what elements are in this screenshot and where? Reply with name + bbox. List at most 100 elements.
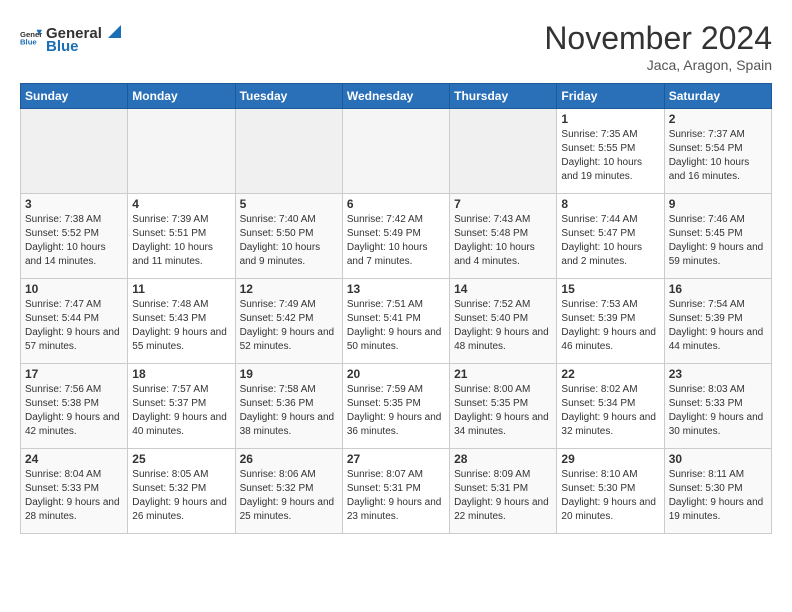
day-number: 30 xyxy=(669,452,767,466)
day-number: 5 xyxy=(240,197,338,211)
day-number: 19 xyxy=(240,367,338,381)
calendar-day-9: 9 Sunrise: 7:46 AM Sunset: 5:45 PM Daylig… xyxy=(664,194,771,279)
day-info: Sunrise: 7:35 AM Sunset: 5:55 PM Dayligh… xyxy=(561,128,659,184)
logo-icon: General Blue xyxy=(20,27,42,49)
day-number: 13 xyxy=(347,282,445,296)
day-number: 21 xyxy=(454,367,552,381)
calendar-week-1: 1 Sunrise: 7:35 AM Sunset: 5:55 PM Daylig… xyxy=(21,109,772,194)
day-number: 9 xyxy=(669,197,767,211)
calendar-header-sunday: Sunday xyxy=(21,84,128,109)
day-number: 8 xyxy=(561,197,659,211)
calendar-day-empty xyxy=(21,109,128,194)
calendar-day-23: 23Sunrise: 8:03 AM Sunset: 5:33 PM Dayli… xyxy=(664,364,771,449)
day-number: 26 xyxy=(240,452,338,466)
calendar-header-wednesday: Wednesday xyxy=(342,84,449,109)
day-info: Sunrise: 8:11 AM Sunset: 5:30 PM Dayligh… xyxy=(669,468,767,524)
calendar-day-11: 11Sunrise: 7:48 AM Sunset: 5:43 PM Dayli… xyxy=(128,279,235,364)
day-info: Sunrise: 8:02 AM Sunset: 5:34 PM Dayligh… xyxy=(561,383,659,439)
day-info: Sunrise: 7:44 AM Sunset: 5:47 PM Dayligh… xyxy=(561,213,659,269)
calendar-day-7: 7 Sunrise: 7:43 AM Sunset: 5:48 PM Daylig… xyxy=(450,194,557,279)
logo: General Blue General Blue xyxy=(20,20,122,55)
calendar-day-1: 1 Sunrise: 7:35 AM Sunset: 5:55 PM Daylig… xyxy=(557,109,664,194)
calendar-day-30: 30 Sunrise: 8:11 AM Sunset: 5:30 PM Dayli… xyxy=(664,449,771,534)
calendar-day-empty xyxy=(235,109,342,194)
calendar-day-18: 18 Sunrise: 7:57 AM Sunset: 5:37 PM Dayli… xyxy=(128,364,235,449)
calendar-day-15: 15 Sunrise: 7:53 AM Sunset: 5:39 PM Dayli… xyxy=(557,279,664,364)
calendar-day-29: 29 Sunrise: 8:10 AM Sunset: 5:30 PM Dayli… xyxy=(557,449,664,534)
calendar-header-saturday: Saturday xyxy=(664,84,771,109)
calendar-day-2: 2 Sunrise: 7:37 AM Sunset: 5:54 PM Daylig… xyxy=(664,109,771,194)
calendar-header-tuesday: Tuesday xyxy=(235,84,342,109)
calendar-week-5: 24 Sunrise: 8:04 AM Sunset: 5:33 PM Dayli… xyxy=(21,449,772,534)
calendar-day-19: 19Sunrise: 7:58 AM Sunset: 5:36 PM Dayli… xyxy=(235,364,342,449)
calendar-header-row: SundayMondayTuesdayWednesdayThursdayFrid… xyxy=(21,84,772,109)
day-info: Sunrise: 8:10 AM Sunset: 5:30 PM Dayligh… xyxy=(561,468,659,524)
calendar-day-14: 14 Sunrise: 7:52 AM Sunset: 5:40 PM Dayli… xyxy=(450,279,557,364)
calendar-day-21: 21 Sunrise: 8:00 AM Sunset: 5:35 PM Dayli… xyxy=(450,364,557,449)
day-number: 6 xyxy=(347,197,445,211)
page-header: General Blue General Blue November 2024 … xyxy=(20,20,772,73)
calendar-day-empty xyxy=(342,109,449,194)
day-info: Sunrise: 7:53 AM Sunset: 5:39 PM Dayligh… xyxy=(561,298,659,354)
day-number: 7 xyxy=(454,197,552,211)
day-number: 17 xyxy=(25,367,123,381)
day-info: Sunrise: 7:40 AM Sunset: 5:50 PM Dayligh… xyxy=(240,213,338,269)
day-number: 1 xyxy=(561,112,659,126)
day-info: Sunrise: 8:04 AM Sunset: 5:33 PM Dayligh… xyxy=(25,468,123,524)
day-number: 29 xyxy=(561,452,659,466)
day-number: 2 xyxy=(669,112,767,126)
day-info: Sunrise: 7:57 AM Sunset: 5:37 PM Dayligh… xyxy=(132,383,230,439)
day-number: 24 xyxy=(25,452,123,466)
day-info: Sunrise: 7:37 AM Sunset: 5:54 PM Dayligh… xyxy=(669,128,767,184)
calendar-day-13: 13 Sunrise: 7:51 AM Sunset: 5:41 PM Dayli… xyxy=(342,279,449,364)
location: Jaca, Aragon, Spain xyxy=(544,57,772,73)
day-info: Sunrise: 8:06 AM Sunset: 5:32 PM Dayligh… xyxy=(240,468,338,524)
day-info: Sunrise: 7:56 AM Sunset: 5:38 PM Dayligh… xyxy=(25,383,123,439)
calendar-day-24: 24 Sunrise: 8:04 AM Sunset: 5:33 PM Dayli… xyxy=(21,449,128,534)
calendar-header-friday: Friday xyxy=(557,84,664,109)
calendar-week-4: 17 Sunrise: 7:56 AM Sunset: 5:38 PM Dayli… xyxy=(21,364,772,449)
calendar-week-3: 10Sunrise: 7:47 AM Sunset: 5:44 PM Dayli… xyxy=(21,279,772,364)
calendar-day-22: 22 Sunrise: 8:02 AM Sunset: 5:34 PM Dayli… xyxy=(557,364,664,449)
day-number: 4 xyxy=(132,197,230,211)
calendar-day-empty xyxy=(128,109,235,194)
logo-triangle-icon xyxy=(103,20,121,38)
day-number: 10 xyxy=(25,282,123,296)
day-info: Sunrise: 7:39 AM Sunset: 5:51 PM Dayligh… xyxy=(132,213,230,269)
day-number: 15 xyxy=(561,282,659,296)
day-number: 14 xyxy=(454,282,552,296)
day-info: Sunrise: 7:59 AM Sunset: 5:35 PM Dayligh… xyxy=(347,383,445,439)
day-number: 20 xyxy=(347,367,445,381)
day-number: 23 xyxy=(669,367,767,381)
day-info: Sunrise: 7:49 AM Sunset: 5:42 PM Dayligh… xyxy=(240,298,338,354)
day-number: 22 xyxy=(561,367,659,381)
calendar-table: SundayMondayTuesdayWednesdayThursdayFrid… xyxy=(20,83,772,534)
day-info: Sunrise: 7:46 AM Sunset: 5:45 PM Dayligh… xyxy=(669,213,767,269)
day-info: Sunrise: 7:51 AM Sunset: 5:41 PM Dayligh… xyxy=(347,298,445,354)
day-info: Sunrise: 8:07 AM Sunset: 5:31 PM Dayligh… xyxy=(347,468,445,524)
day-info: Sunrise: 7:42 AM Sunset: 5:49 PM Dayligh… xyxy=(347,213,445,269)
calendar-day-4: 4 Sunrise: 7:39 AM Sunset: 5:51 PM Daylig… xyxy=(128,194,235,279)
day-info: Sunrise: 7:52 AM Sunset: 5:40 PM Dayligh… xyxy=(454,298,552,354)
day-info: Sunrise: 8:09 AM Sunset: 5:31 PM Dayligh… xyxy=(454,468,552,524)
calendar-day-3: 3Sunrise: 7:38 AM Sunset: 5:52 PM Daylig… xyxy=(21,194,128,279)
calendar-day-empty xyxy=(450,109,557,194)
day-number: 28 xyxy=(454,452,552,466)
calendar-day-17: 17 Sunrise: 7:56 AM Sunset: 5:38 PM Dayli… xyxy=(21,364,128,449)
calendar-day-12: 12Sunrise: 7:49 AM Sunset: 5:42 PM Dayli… xyxy=(235,279,342,364)
day-info: Sunrise: 8:00 AM Sunset: 5:35 PM Dayligh… xyxy=(454,383,552,439)
title-block: November 2024 Jaca, Aragon, Spain xyxy=(544,20,772,73)
day-info: Sunrise: 8:05 AM Sunset: 5:32 PM Dayligh… xyxy=(132,468,230,524)
calendar-day-6: 6 Sunrise: 7:42 AM Sunset: 5:49 PM Daylig… xyxy=(342,194,449,279)
calendar-day-20: 20 Sunrise: 7:59 AM Sunset: 5:35 PM Dayli… xyxy=(342,364,449,449)
month-title: November 2024 xyxy=(544,20,772,57)
day-number: 16 xyxy=(669,282,767,296)
day-number: 18 xyxy=(132,367,230,381)
day-info: Sunrise: 7:54 AM Sunset: 5:39 PM Dayligh… xyxy=(669,298,767,354)
calendar-day-28: 28 Sunrise: 8:09 AM Sunset: 5:31 PM Dayli… xyxy=(450,449,557,534)
calendar-day-8: 8 Sunrise: 7:44 AM Sunset: 5:47 PM Daylig… xyxy=(557,194,664,279)
calendar-header-monday: Monday xyxy=(128,84,235,109)
day-info: Sunrise: 7:43 AM Sunset: 5:48 PM Dayligh… xyxy=(454,213,552,269)
calendar-week-2: 3Sunrise: 7:38 AM Sunset: 5:52 PM Daylig… xyxy=(21,194,772,279)
day-number: 27 xyxy=(347,452,445,466)
